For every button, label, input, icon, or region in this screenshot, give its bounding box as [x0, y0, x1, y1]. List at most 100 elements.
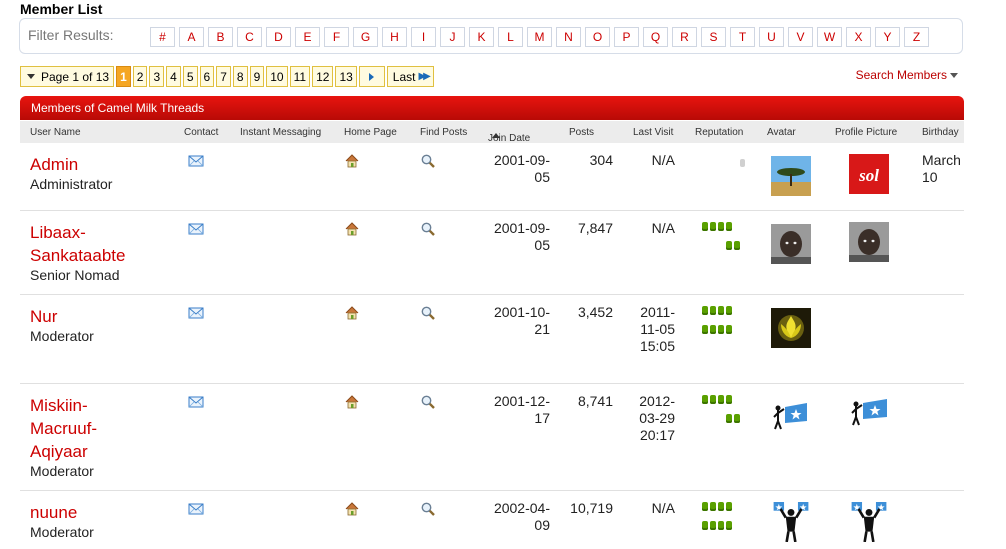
email-icon[interactable]: [188, 501, 204, 517]
home-page-icon[interactable]: [344, 153, 360, 169]
letter-filter-button[interactable]: Q: [643, 27, 668, 47]
reputation-pip-icon: [710, 521, 716, 530]
page-link[interactable]: 6: [199, 66, 215, 87]
find-posts-icon[interactable]: [420, 501, 436, 517]
member-name-link[interactable]: Nur Moderator: [30, 305, 170, 344]
member-name-link[interactable]: Miskiin-Macruuf-Aqiyaar Moderator: [30, 394, 135, 479]
next-arrow-icon: [369, 72, 375, 81]
home-page-icon[interactable]: [344, 501, 360, 517]
email-icon[interactable]: [188, 221, 204, 237]
letter-filter-button[interactable]: M: [527, 27, 552, 47]
reputation-pip-icon: [702, 502, 708, 511]
col-posts[interactable]: Posts: [569, 127, 594, 138]
avatar[interactable]: [771, 397, 811, 437]
reputation-pip-icon: [710, 306, 716, 315]
letter-filter-button[interactable]: L: [498, 27, 523, 47]
join-date-part: 05: [534, 237, 550, 253]
letter-filter-button[interactable]: J: [440, 27, 465, 47]
member-name-link[interactable]: Libaax-Sankataabte Senior Nomad: [30, 221, 170, 283]
home-page-icon[interactable]: [344, 394, 360, 410]
page-jump-menu[interactable]: Page 1 of 13: [20, 66, 115, 87]
letter-filter-button[interactable]: N: [556, 27, 581, 47]
letter-filter-button[interactable]: H: [382, 27, 407, 47]
find-posts-icon[interactable]: [420, 394, 436, 410]
letter-filter-button[interactable]: O: [585, 27, 610, 47]
letter-filter-button[interactable]: S: [701, 27, 726, 47]
col-contact: Contact: [184, 127, 219, 138]
double-arrow-right-icon: ▶▶: [418, 71, 431, 82]
page-link[interactable]: 10: [266, 66, 288, 87]
letter-filter-button[interactable]: I: [411, 27, 436, 47]
letter-filter-button[interactable]: T: [730, 27, 755, 47]
letter-filter-button[interactable]: E: [295, 27, 320, 47]
find-posts-icon[interactable]: [420, 305, 436, 321]
next-page-button[interactable]: [358, 66, 385, 87]
search-members-menu[interactable]: Search Members: [856, 68, 958, 82]
page-link[interactable]: 8: [232, 66, 248, 87]
post-count: 10,719: [570, 500, 613, 516]
avatar[interactable]: [771, 502, 811, 542]
letter-filter-button[interactable]: B: [208, 27, 233, 47]
letter-filter-button[interactable]: #: [150, 27, 175, 47]
page-link[interactable]: 4: [166, 66, 181, 87]
table-row: nuune Moderator 2002-04- 09 10,719 N/A: [20, 491, 964, 549]
letter-filter-button[interactable]: K: [469, 27, 494, 47]
avatar[interactable]: [771, 156, 811, 196]
page-link[interactable]: 3: [149, 66, 165, 87]
member-name: Nur: [30, 307, 58, 326]
post-count: 7,847: [577, 220, 613, 236]
col-instant-messaging: Instant Messaging: [240, 127, 322, 138]
reputation-pip-icon: [726, 414, 732, 423]
page-link[interactable]: 7: [216, 66, 231, 87]
home-page-icon[interactable]: [344, 305, 360, 321]
page-link[interactable]: 12: [312, 66, 334, 87]
letter-filter-button[interactable]: V: [788, 27, 813, 47]
reputation: [702, 502, 752, 540]
find-posts-icon[interactable]: [420, 221, 436, 237]
page-link[interactable]: 2: [132, 66, 148, 87]
member-name: Miskiin-Macruuf-Aqiyaar: [30, 396, 98, 461]
member-name-link[interactable]: Admin Administrator: [30, 153, 170, 192]
member-name-link[interactable]: nuune Moderator: [30, 501, 170, 540]
email-icon[interactable]: [188, 305, 204, 321]
profile-picture[interactable]: [849, 222, 889, 262]
page-link[interactable]: 13: [335, 66, 357, 87]
col-avatar: Avatar: [767, 127, 796, 138]
col-last-visit[interactable]: Last Visit: [633, 127, 673, 138]
letter-filter-button[interactable]: U: [759, 27, 784, 47]
avatar[interactable]: [771, 308, 811, 348]
email-icon[interactable]: [188, 394, 204, 410]
last-visit: 2012- 03-29 20:17: [622, 393, 675, 444]
letter-filter-button[interactable]: R: [672, 27, 697, 47]
email-icon[interactable]: [188, 153, 204, 169]
find-posts-icon[interactable]: [420, 153, 436, 169]
letter-filter-button[interactable]: C: [237, 27, 262, 47]
letter-filter-button[interactable]: Y: [875, 27, 900, 47]
profile-picture[interactable]: [849, 502, 889, 542]
letter-filter-button[interactable]: F: [324, 27, 349, 47]
page-link[interactable]: 9: [249, 66, 265, 87]
last-page-button[interactable]: Last ▶▶: [386, 66, 434, 87]
profile-picture[interactable]: sol: [849, 154, 889, 194]
home-page-icon[interactable]: [344, 221, 360, 237]
letter-filter-button[interactable]: X: [846, 27, 871, 47]
col-profile-picture: Profile Picture: [835, 127, 898, 138]
join-date-part: 2001-09-: [493, 220, 550, 236]
letter-filter-button[interactable]: P: [614, 27, 639, 47]
letter-filter-button[interactable]: G: [353, 27, 378, 47]
letter-filter-button[interactable]: W: [817, 27, 842, 47]
member-title: Administrator: [30, 176, 113, 192]
page-link[interactable]: 5: [182, 66, 198, 87]
col-user-name[interactable]: User Name: [30, 127, 81, 138]
letter-filter-button[interactable]: D: [266, 27, 291, 47]
last-visit: N/A: [622, 500, 675, 517]
profile-picture[interactable]: [849, 395, 889, 435]
column-headers: User Name Contact Instant Messaging Home…: [20, 121, 964, 144]
col-reputation[interactable]: Reputation: [695, 127, 743, 138]
avatar[interactable]: [771, 224, 811, 264]
letter-filter-button[interactable]: Z: [904, 27, 929, 47]
letter-filter-button[interactable]: A: [179, 27, 204, 47]
reputation-pip-icon: [702, 325, 708, 334]
reputation-pip-icon: [726, 502, 732, 511]
page-link[interactable]: 11: [289, 66, 311, 87]
